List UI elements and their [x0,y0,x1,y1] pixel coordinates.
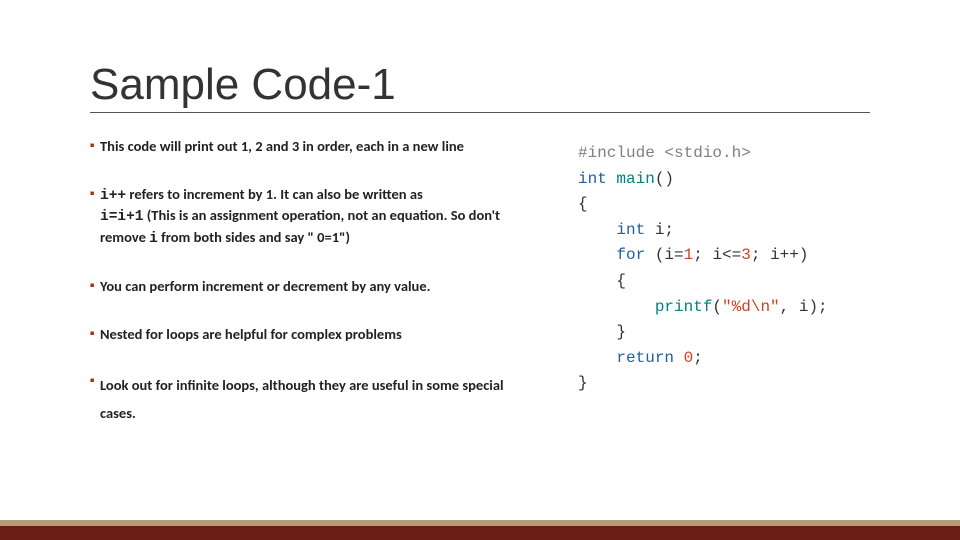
code-token: 1 [684,246,694,264]
code-token: main [616,170,654,188]
bullet-text: Look out for infinite loops, although th… [100,376,504,422]
content-row: This code will print out 1, 2 and 3 in o… [90,137,870,455]
bullet-text: Nested for loops are helpful for complex… [100,325,402,343]
bullet-text: This code will print out 1, 2 and 3 in o… [100,137,464,155]
bullet-item: i++ refers to increment by 1. It can als… [90,185,542,250]
inline-code: i++ [100,188,126,204]
code-token: return [616,349,674,367]
code-token: 3 [741,246,751,264]
code-token: ; i<= [693,246,741,264]
code-token: 0 [684,349,694,367]
code-token: ; [693,349,703,367]
inline-code: i [149,231,158,247]
code-token: <stdio.h> [664,144,750,162]
code-token: { [616,272,626,290]
code-token: () [655,170,674,188]
code-token: int [578,170,607,188]
bullet-text: from both sides and say " 0=1") [158,228,350,246]
code-token: ( [712,298,722,316]
code-token: i; [655,221,674,239]
code-token: } [616,323,626,341]
code-token: } [578,374,588,392]
code-token: { [578,195,588,213]
code-token: #include [578,144,655,162]
bullet-text: refers to increment by 1. It can also be… [126,185,423,203]
bullet-item: Nested for loops are helpful for complex… [90,325,542,345]
bullet-item: This code will print out 1, 2 and 3 in o… [90,137,542,157]
bullet-item: You can perform increment or decrement b… [90,277,542,297]
bullet-list: This code will print out 1, 2 and 3 in o… [90,137,542,455]
inline-code: i=i+1 [100,209,144,225]
slide: Sample Code-1 This code will print out 1… [0,0,960,540]
code-token: printf [655,298,713,316]
code-token: int [616,221,645,239]
bullet-text: You can perform increment or decrement b… [100,277,431,295]
slide-title: Sample Code-1 [90,60,870,113]
code-token: "%d\n" [722,298,780,316]
code-block: #include <stdio.h> int main() { int i; f… [570,137,870,455]
bullet-item: Look out for infinite loops, although th… [90,372,542,427]
code-token: (i= [655,246,684,264]
code-token: ; i++) [751,246,809,264]
code-token: for [616,246,645,264]
code-token: , i); [780,298,828,316]
footer-accent [0,526,960,540]
